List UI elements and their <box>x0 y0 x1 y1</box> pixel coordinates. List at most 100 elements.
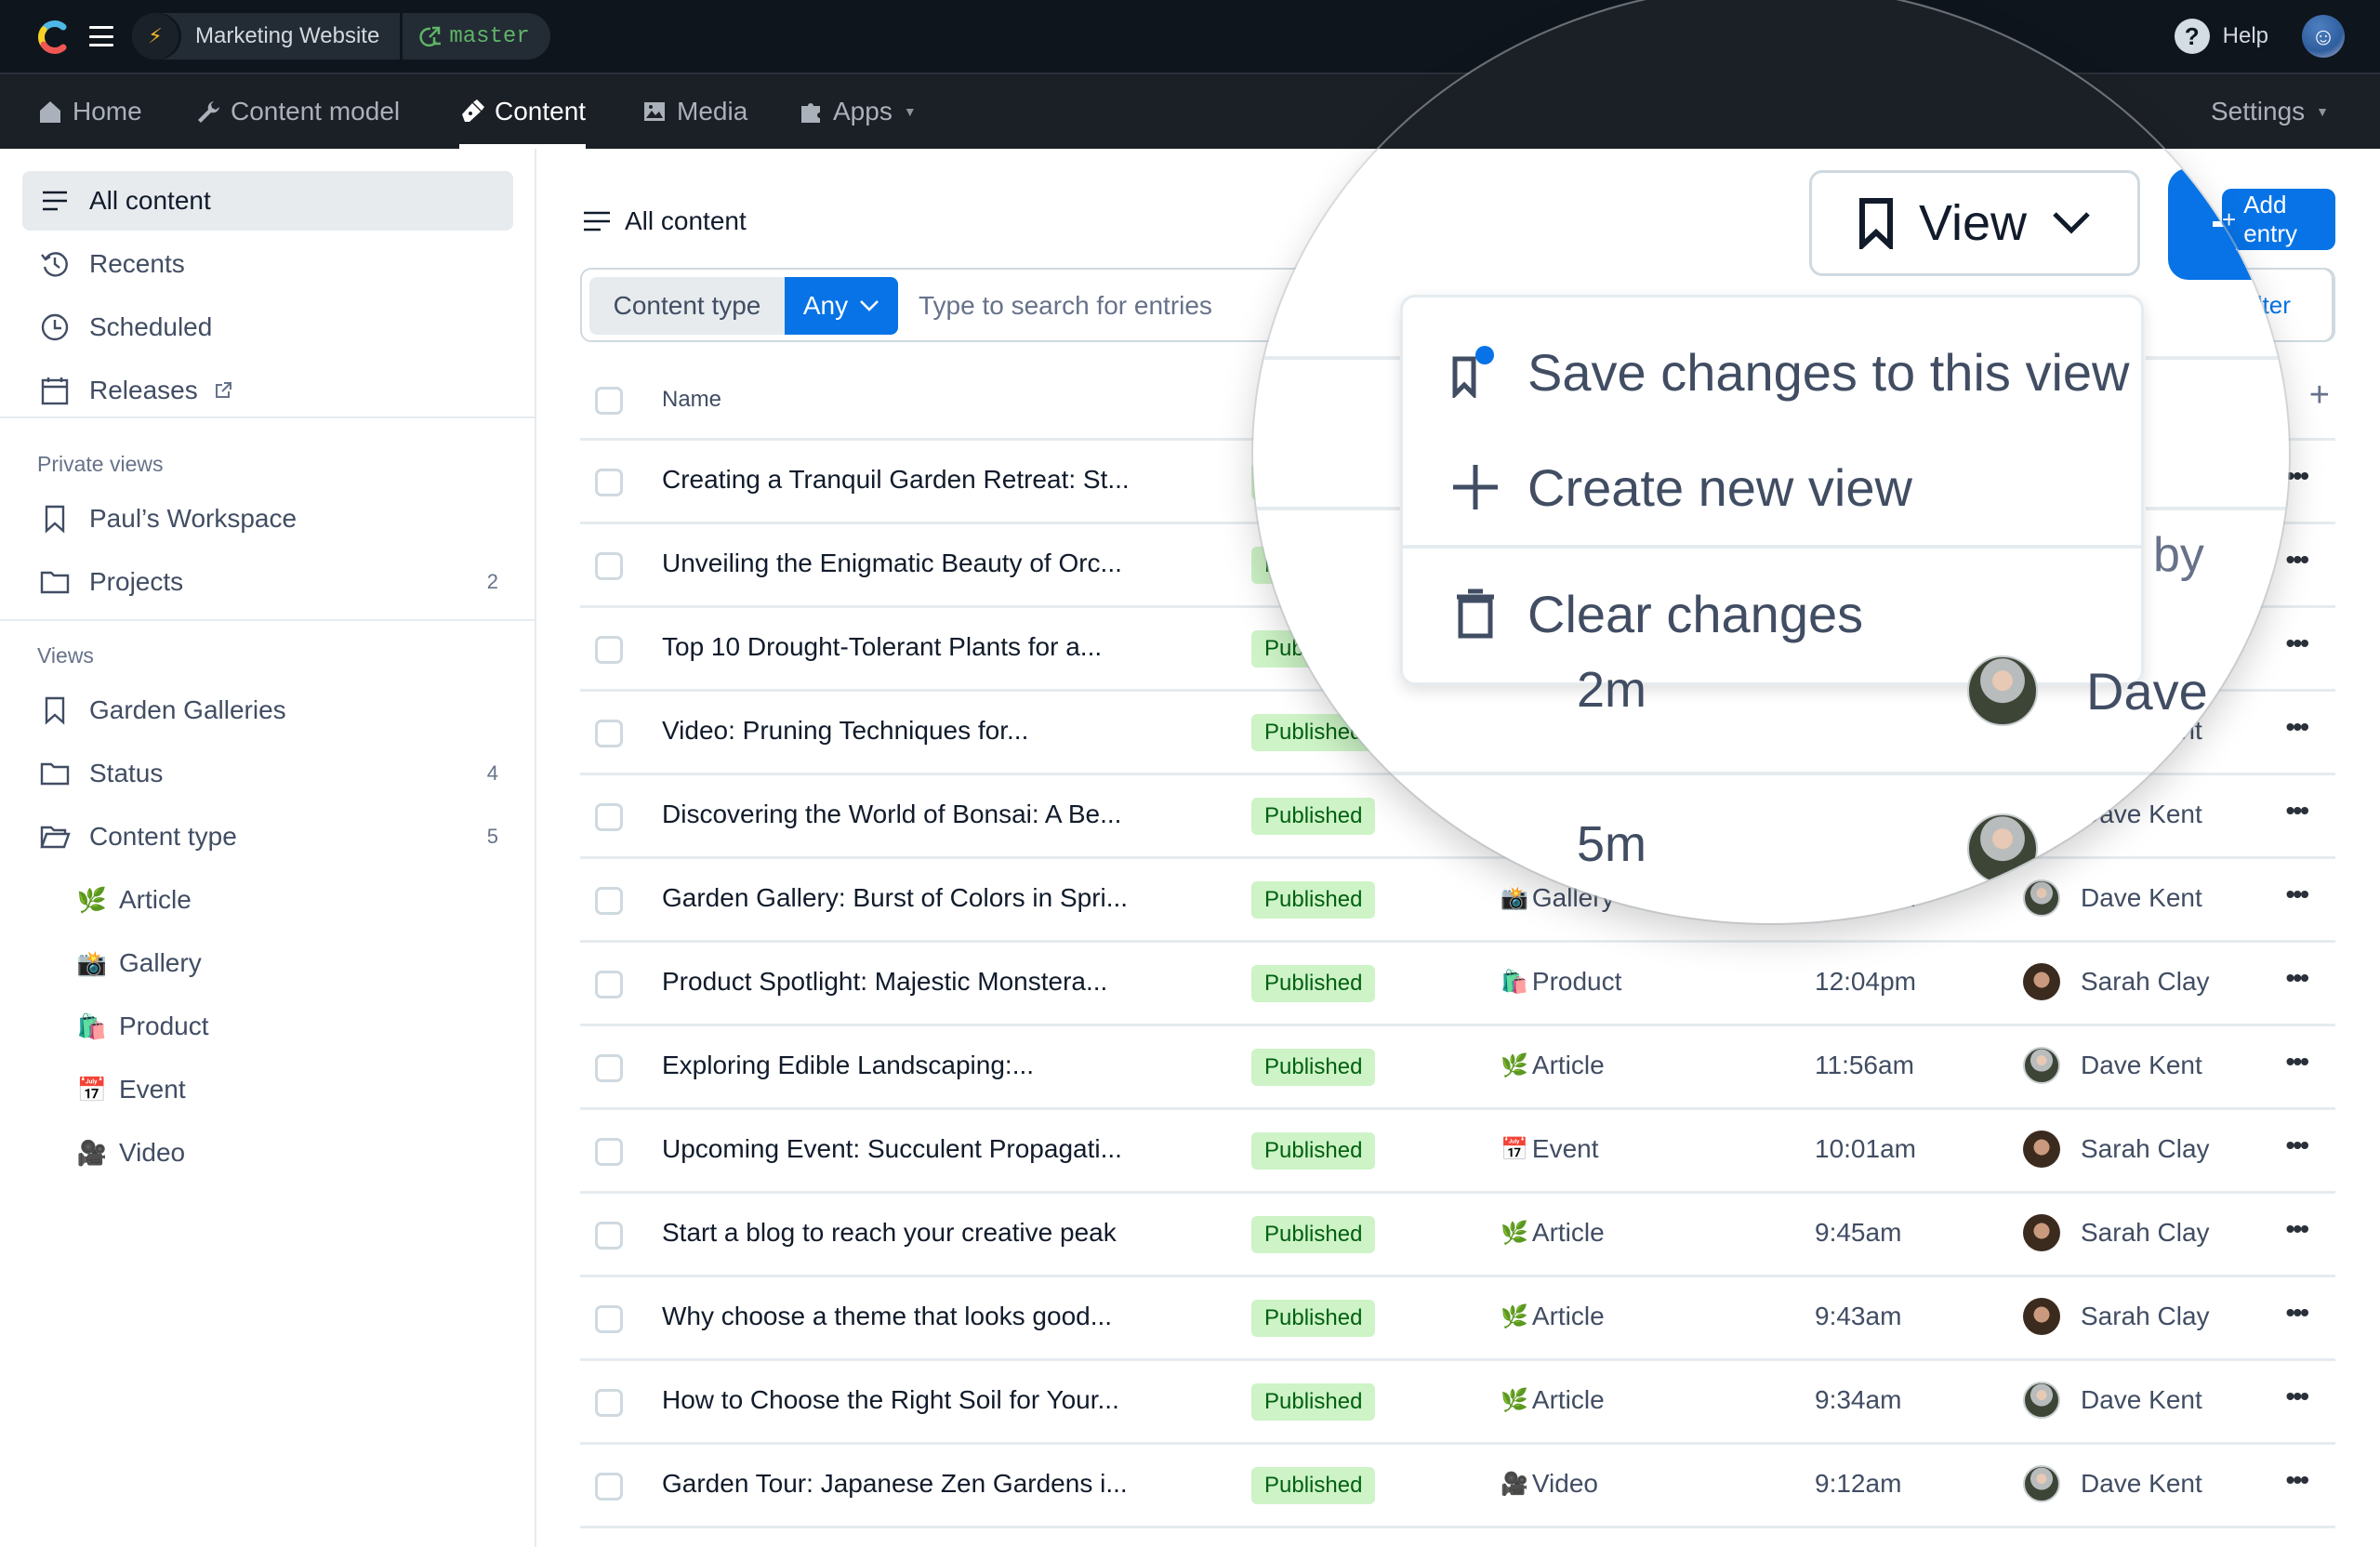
table-row[interactable]: Upcoming Event: Succulent Propagati... Pu… <box>580 1110 2335 1194</box>
sidebar-item-video[interactable]: 🎥 Video <box>22 1123 513 1183</box>
row-checkbox[interactable] <box>595 1473 623 1501</box>
row-checkbox[interactable] <box>595 469 623 496</box>
table-row[interactable]: Exploring Edible Landscaping:... Publishe… <box>580 1026 2335 1110</box>
herb-icon: 🌿 <box>76 885 108 914</box>
add-entry-button-magnified[interactable] <box>2168 168 2289 280</box>
user-avatar[interactable]: ☺ <box>2302 15 2345 58</box>
entry-name[interactable]: Garden Gallery: Burst of Colors in Spri.… <box>662 883 1128 913</box>
entry-name[interactable]: Upcoming Event: Succulent Propagati... <box>662 1134 1122 1164</box>
add-column-icon[interactable]: + <box>2309 376 2330 416</box>
entry-name[interactable]: How to Choose the Right Soil for Your... <box>662 1385 1119 1415</box>
author-cell: Sarah Clay <box>2023 963 2210 1000</box>
row-checkbox[interactable] <box>595 636 623 664</box>
sidebar-item-pauls-workspace[interactable]: Paul’s Workspace <box>22 489 513 549</box>
contentful-logo[interactable] <box>35 19 73 56</box>
nav-media[interactable]: Media <box>641 74 747 149</box>
sidebar-item-projects[interactable]: Projects 2 <box>22 552 513 612</box>
nav-apps[interactable]: Apps ▼ <box>798 74 917 149</box>
space-switcher[interactable]: ⚡ Marketing Website master <box>132 13 550 60</box>
sidebar-item-content-type[interactable]: Content type 5 <box>22 807 513 866</box>
nav-content[interactable]: Content <box>459 74 587 149</box>
sidebar-item-product[interactable]: 🛍️ Product <box>22 997 513 1056</box>
menu-item-save-changes[interactable]: Save changes to this view <box>1403 316 2141 428</box>
sidebar-item-gallery[interactable]: 📸 Gallery <box>22 933 513 993</box>
row-checkbox[interactable] <box>595 971 623 998</box>
nav-home[interactable]: Home <box>37 74 142 149</box>
sidebar-item-article[interactable]: 🌿 Article <box>22 870 513 930</box>
row-checkbox[interactable] <box>595 1138 623 1166</box>
entry-name[interactable]: Discovering the World of Bonsai: A Be... <box>662 800 1121 829</box>
lightning-icon: ⚡ <box>132 13 178 60</box>
sidebar-item-scheduled[interactable]: Scheduled <box>22 298 513 357</box>
table-row[interactable]: Product Spotlight: Majestic Monstera... P… <box>580 943 2335 1026</box>
entry-name[interactable]: Exploring Edible Landscaping:... <box>662 1051 1034 1080</box>
magnified-divider <box>2146 507 2289 510</box>
column-header-name[interactable]: Name <box>662 387 721 413</box>
more-actions-icon[interactable]: ••• <box>2286 461 2309 491</box>
sidebar-item-status[interactable]: Status 4 <box>22 744 513 803</box>
author-avatar <box>1967 813 2038 884</box>
chevron-down-icon: ▼ <box>903 104 917 119</box>
table-row[interactable]: How to Choose the Right Soil for Your...… <box>580 1361 2335 1445</box>
more-actions-icon[interactable]: ••• <box>2286 712 2309 742</box>
magnified-updated-time: 2m <box>1577 662 1647 718</box>
menu-item-create-view[interactable]: Create new view <box>1403 431 2141 543</box>
row-checkbox[interactable] <box>595 1222 623 1250</box>
content-type-icon: 🛍️ <box>1501 969 1528 995</box>
menu-item-label: Create new view <box>1527 457 1912 517</box>
more-actions-icon[interactable]: ••• <box>2286 1130 2309 1160</box>
more-actions-icon[interactable]: ••• <box>2286 963 2309 993</box>
chevron-down-icon <box>2053 212 2090 234</box>
more-actions-icon[interactable]: ••• <box>2286 796 2309 826</box>
row-checkbox[interactable] <box>595 1389 623 1417</box>
sidebar-item-count: 4 <box>486 761 498 785</box>
magnified-author: Dave <box>1967 655 2208 726</box>
row-checkbox[interactable] <box>595 1054 623 1082</box>
sidebar-item-event[interactable]: 📅 Event <box>22 1060 513 1119</box>
environment-switcher[interactable]: master <box>403 24 549 49</box>
more-actions-icon[interactable]: ••• <box>2286 545 2309 575</box>
sidebar-item-all-content[interactable]: All content <box>22 171 513 231</box>
author-avatar <box>2023 1130 2060 1168</box>
more-actions-icon[interactable]: ••• <box>2286 1298 2309 1328</box>
sidebar-item-garden-galleries[interactable]: Garden Galleries <box>22 681 513 740</box>
table-row[interactable]: Start a blog to reach your creative peak… <box>580 1194 2335 1277</box>
entry-name[interactable]: Video: Pruning Techniques for... <box>662 716 1028 746</box>
more-actions-icon[interactable]: ••• <box>2286 879 2309 909</box>
updated-time: 11:56am <box>1815 1051 1914 1079</box>
entry-name[interactable]: Unveiling the Enigmatic Beauty of Orc... <box>662 549 1122 578</box>
row-checkbox[interactable] <box>595 887 623 915</box>
hamburger-icon[interactable] <box>89 26 113 46</box>
more-actions-icon[interactable]: ••• <box>2286 1465 2309 1495</box>
author-name: Dave Kent <box>2081 1469 2202 1498</box>
more-actions-icon[interactable]: ••• <box>2286 1382 2309 1411</box>
row-checkbox[interactable] <box>595 720 623 747</box>
nav-content-model[interactable]: Content model <box>195 74 400 149</box>
entry-name[interactable]: Start a blog to reach your creative peak <box>662 1218 1117 1248</box>
content-type-select[interactable]: Any <box>785 277 898 335</box>
more-actions-icon[interactable]: ••• <box>2286 1047 2309 1077</box>
row-checkbox[interactable] <box>595 803 623 831</box>
row-checkbox[interactable] <box>595 1305 623 1333</box>
entry-name[interactable]: Product Spotlight: Majestic Monstera... <box>662 967 1107 997</box>
entry-name[interactable]: Top 10 Drought-Tolerant Plants for a... <box>662 632 1102 662</box>
sidebar-item-label: Projects <box>89 567 184 596</box>
pen-icon <box>462 99 484 122</box>
sidebar-item-releases[interactable]: Releases <box>22 361 513 420</box>
more-actions-icon[interactable]: ••• <box>2286 628 2309 658</box>
entry-name[interactable]: Creating a Tranquil Garden Retreat: St..… <box>662 465 1130 495</box>
table-row[interactable]: Garden Tour: Japanese Zen Gardens i... Pu… <box>580 1445 2335 1528</box>
space-name[interactable]: Marketing Website <box>178 13 403 60</box>
history-icon <box>41 252 68 277</box>
row-checkbox[interactable] <box>595 552 623 580</box>
view-button[interactable]: View <box>1809 170 2140 276</box>
entry-name[interactable]: Why choose a theme that looks good... <box>662 1302 1112 1331</box>
select-all-checkbox[interactable] <box>595 387 623 415</box>
content-type-icon: 🌿 <box>1501 1387 1528 1413</box>
entry-name[interactable]: Garden Tour: Japanese Zen Gardens i... <box>662 1469 1128 1499</box>
menu-item-clear-changes[interactable]: Clear changes <box>1403 558 2141 669</box>
table-row[interactable]: Why choose a theme that looks good... Pub… <box>580 1277 2335 1361</box>
sidebar-item-recents[interactable]: Recents <box>22 234 513 294</box>
more-actions-icon[interactable]: ••• <box>2286 1214 2309 1244</box>
calendar-icon <box>41 377 69 405</box>
